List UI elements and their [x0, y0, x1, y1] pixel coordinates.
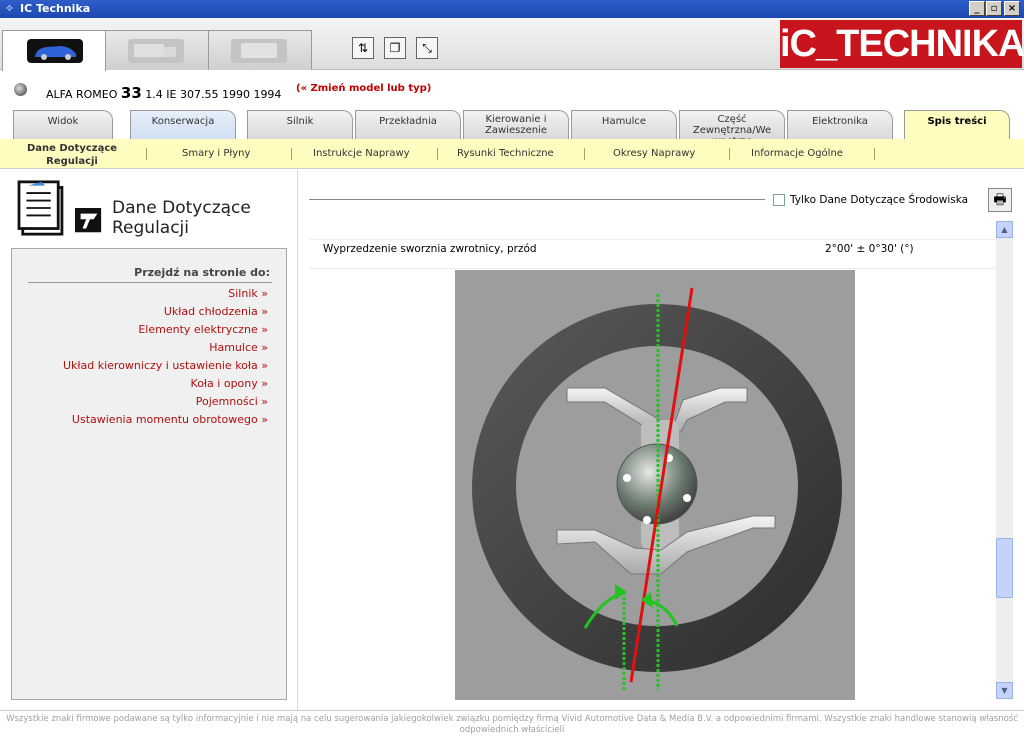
- vehicle-tab-truck[interactable]: [105, 30, 209, 70]
- close-button[interactable]: ×: [1004, 1, 1020, 16]
- scroll-thumb[interactable]: [996, 538, 1013, 598]
- car-icon: [27, 39, 83, 63]
- top-band: ⇅ ❐ ⤡ iC_TECHNIKA: [0, 18, 1024, 71]
- tool-copy-icon[interactable]: ❐: [384, 37, 406, 59]
- scroll-up-button[interactable]: ▲: [996, 221, 1013, 238]
- hub-stud: [643, 516, 651, 524]
- subnav-informacje-ogolne[interactable]: Informacje Ogólne: [751, 148, 843, 159]
- tab-elektronika[interactable]: Elektronika: [787, 110, 893, 140]
- environment-only-checkbox[interactable]: [773, 194, 785, 206]
- tab-kierowanie[interactable]: Kierowanie i Zawieszenie: [463, 110, 569, 140]
- jump-link-hamulce[interactable]: Hamulce »: [63, 339, 268, 357]
- subnav-dane-dotyczace-regulacji[interactable]: Dane Dotyczące Regulacji: [14, 142, 130, 168]
- footer-disclaimer: Wszystkie znaki firmowe podawane są tylk…: [0, 710, 1024, 744]
- model-details: 1.4 IE 307.55 1990 1994: [145, 88, 282, 101]
- header-rule: [309, 199, 765, 200]
- tool-compare-icon[interactable]: ⇅: [352, 37, 374, 59]
- title-bar: ✧ IC Technika _ ▫ ×: [0, 0, 1024, 18]
- print-icon[interactable]: 🖶: [988, 188, 1012, 212]
- left-panel: Dane Dotyczące Regulacji Przejdź na stro…: [0, 170, 298, 710]
- subnav-separator: [291, 148, 292, 160]
- subnav-okresy-naprawy[interactable]: Okresy Naprawy: [613, 148, 695, 159]
- subnav-rysunki-techniczne[interactable]: Rysunki Techniczne: [457, 148, 554, 159]
- page-title-line2: Regulacji: [112, 218, 190, 238]
- tab-widok[interactable]: Widok: [13, 110, 113, 140]
- model-number: 33: [120, 84, 142, 102]
- subnav-separator: [729, 148, 730, 160]
- jump-link-uklad-chlodzenia[interactable]: Układ chłodzenia »: [63, 303, 268, 321]
- jump-header: Przejdź na stronie do:: [134, 266, 270, 279]
- subnav-separator: [146, 148, 147, 160]
- jump-link-elementy-elektryczne[interactable]: Elementy elektryczne »: [63, 321, 268, 339]
- environment-only-label[interactable]: Tylko Dane Dotyczące Środowiska: [790, 194, 968, 206]
- subnav-separator: [584, 148, 585, 160]
- jump-link-momenty-obrotowe[interactable]: Ustawienia momentu obrotowego »: [63, 411, 268, 429]
- model-make: ALFA ROMEO: [46, 88, 118, 101]
- document-adjustment-icon: [17, 180, 102, 236]
- van-icon: [231, 39, 287, 63]
- tab-czesc-zewnetrzna[interactable]: Część Zewnętrzna/We wnętrze: [679, 110, 785, 140]
- hub-stud: [623, 474, 631, 482]
- jump-link-pojemnosci[interactable]: Pojemności »: [63, 393, 268, 411]
- subnav-separator: [437, 148, 438, 160]
- scroll-down-button[interactable]: ▼: [996, 682, 1013, 699]
- model-row: ALFA ROMEO 33 1.4 IE 307.55 1990 1994 («…: [0, 78, 1024, 102]
- section-tabs: Widok Konserwacja Silnik Przekładnia Kie…: [0, 108, 1024, 141]
- subnav-smary-i-plyny[interactable]: Smary i Płyny: [182, 148, 250, 159]
- tab-konserwacja[interactable]: Konserwacja: [130, 110, 236, 140]
- hub-stud: [683, 494, 691, 502]
- vehicle-tab-van[interactable]: [208, 30, 312, 70]
- model-info: ALFA ROMEO 33 1.4 IE 307.55 1990 1994: [46, 84, 281, 102]
- jump-link-kola-i-opony[interactable]: Koła i opony »: [63, 375, 268, 393]
- maximize-button[interactable]: ▫: [986, 1, 1002, 16]
- tool-resize-icon[interactable]: ⤡: [416, 37, 438, 59]
- change-model-link[interactable]: (« Zmień model lub typ): [296, 83, 431, 94]
- data-row: Wyprzedzenie sworznia zwrotnicy, przód 2…: [309, 239, 999, 269]
- window-title: IC Technika: [20, 2, 91, 15]
- brand-badge-icon: [14, 83, 27, 96]
- jump-divider: [28, 282, 272, 283]
- page-title: Dane Dotyczące Regulacji: [112, 198, 251, 238]
- subnav-instrukcje-naprawy[interactable]: Instrukcje Naprawy: [313, 148, 410, 159]
- caster-diagram-graphic: [472, 287, 842, 692]
- minimize-button[interactable]: _: [969, 1, 985, 16]
- tab-silnik[interactable]: Silnik: [247, 110, 353, 140]
- subnav-separator: [874, 148, 875, 160]
- jump-link-silnik[interactable]: Silnik »: [63, 285, 268, 303]
- truck-icon: [128, 39, 184, 63]
- vehicle-tab-car[interactable]: [2, 30, 106, 71]
- jump-link-uklad-kierowniczy[interactable]: Układ kierowniczy i ustawienie koła »: [63, 357, 268, 375]
- tab-przekladnia[interactable]: Przekładnia: [355, 110, 461, 140]
- vertical-scrollbar[interactable]: ▲ ▼: [996, 221, 1013, 699]
- page-title-line1: Dane Dotyczące: [112, 198, 251, 218]
- tab-hamulce[interactable]: Hamulce: [571, 110, 677, 140]
- data-row-value: 2°00' ± 0°30' (°): [825, 243, 914, 255]
- content-area: Tylko Dane Dotyczące Środowiska 🖶 Wyprze…: [299, 170, 1024, 710]
- tab-spis-tresci[interactable]: Spis treści: [904, 110, 1010, 141]
- app-icon: ✧: [4, 2, 15, 15]
- brand-logo: iC_TECHNIKA: [780, 20, 1024, 68]
- data-row-label: Wyprzedzenie sworznia zwrotnicy, przód: [323, 243, 537, 255]
- sub-navigation: Dane Dotyczące Regulacji Smary i Płyny I…: [0, 139, 1024, 169]
- jump-to-box: Przejdź na stronie do: Silnik » Układ ch…: [11, 248, 287, 700]
- caster-diagram: [455, 270, 855, 700]
- jump-links: Silnik » Układ chłodzenia » Elementy ele…: [63, 285, 268, 429]
